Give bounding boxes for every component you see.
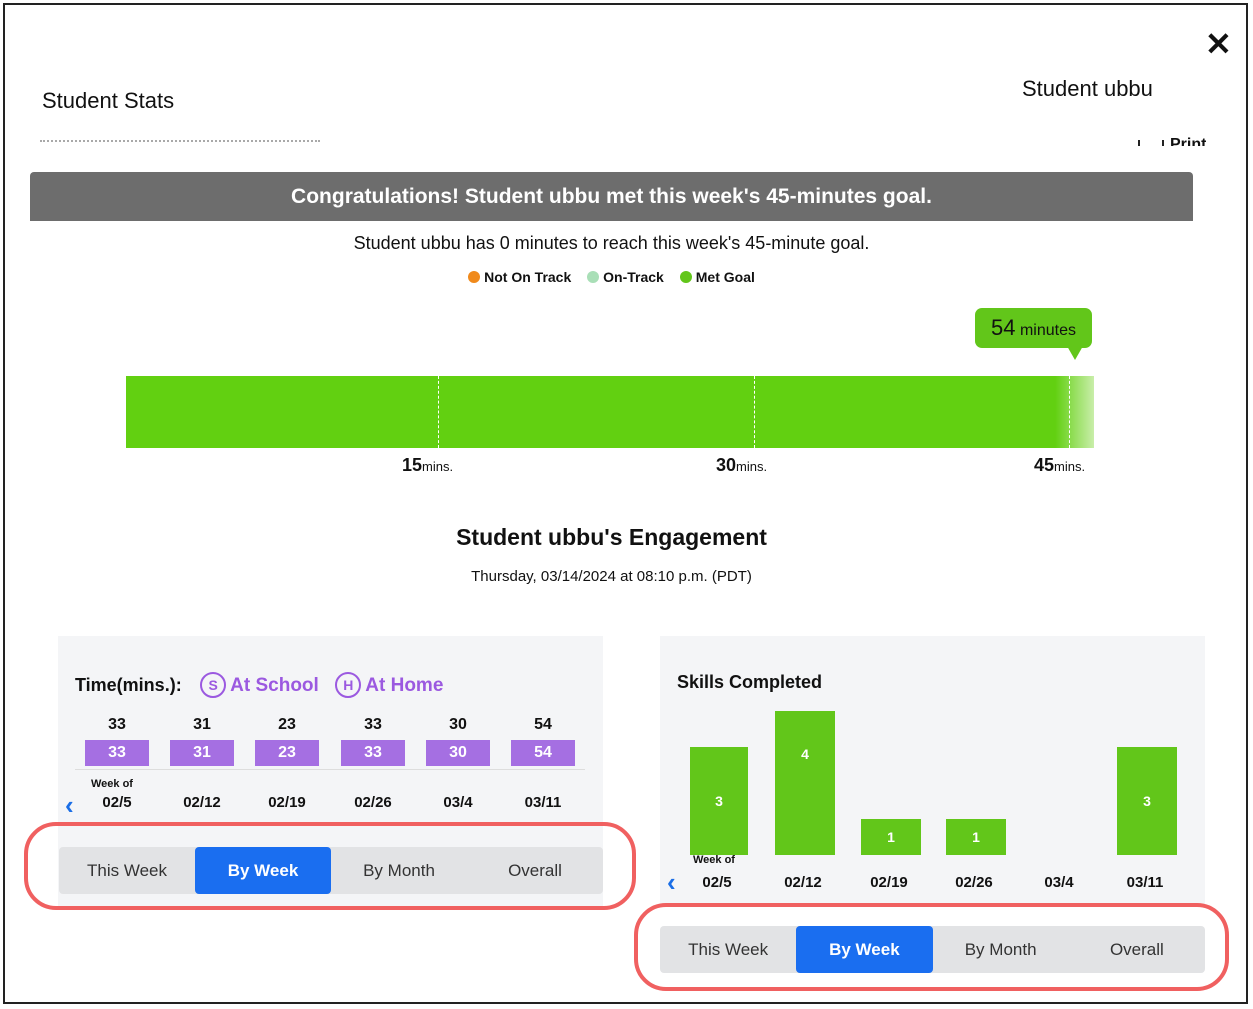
- callout-unit: minutes: [1019, 322, 1076, 339]
- chevron-left-icon[interactable]: ‹: [667, 867, 676, 898]
- tab-this-week[interactable]: This Week: [59, 847, 195, 894]
- print-button[interactable]: Print: [1138, 134, 1206, 146]
- week-of-label: Week of: [693, 854, 735, 866]
- skills-period-tabs: This Week By Week By Month Overall: [660, 926, 1205, 973]
- week-label: 03/4: [443, 794, 473, 811]
- truncated-text-line: [40, 140, 320, 148]
- school-minutes-bar: 33: [341, 740, 405, 766]
- school-minutes-bar: 23: [255, 740, 319, 766]
- skills-bar-value: 3: [1143, 793, 1151, 809]
- print-label: Print: [1170, 136, 1207, 146]
- time-column: 54 54: [511, 716, 575, 766]
- time-period-tabs: This Week By Week By Month Overall: [59, 847, 603, 894]
- light-green-dot-icon: [587, 271, 600, 283]
- school-minutes-bar: 30: [426, 740, 490, 766]
- tab-by-week[interactable]: By Week: [796, 926, 933, 973]
- orange-dot-icon: [468, 271, 481, 283]
- skills-bar-value: 1: [972, 829, 980, 845]
- callout-value: 54: [991, 315, 1016, 340]
- legend-not-on-track: Not On Track: [468, 269, 571, 285]
- time-panel-header: Time(mins.): S At School H At Home: [75, 672, 443, 698]
- engagement-title: Student ubbu's Engagement: [456, 524, 767, 550]
- skills-bar: 4: [775, 711, 835, 855]
- tab-by-week[interactable]: By Week: [195, 847, 331, 894]
- goal-subtitle: Student ubbu has 0 minutes to reach this…: [353, 233, 870, 253]
- student-name: Student ubbu: [1022, 76, 1153, 101]
- time-column: 30 30: [426, 716, 490, 766]
- chevron-left-icon[interactable]: ‹: [65, 790, 74, 821]
- tick-label-45: 45mins.: [1034, 455, 1086, 475]
- skills-panel: Skills Completed 3 4 1 1 3 Week of ‹ 02/5 02…: [660, 636, 1205, 906]
- week-label: 02/12: [784, 874, 822, 891]
- minutes-callout: 54 minutes: [975, 308, 1092, 360]
- skills-bar-value: 3: [715, 793, 723, 809]
- skills-bar: 3: [1117, 747, 1177, 855]
- legend-met-goal: Met Goal: [679, 269, 755, 285]
- time-column: 33 33: [341, 716, 405, 766]
- tab-by-month[interactable]: By Month: [331, 847, 467, 894]
- week-label: 02/19: [268, 794, 306, 811]
- at-school-legend: S At School: [200, 672, 319, 698]
- tick-label-30: 30mins.: [716, 455, 768, 475]
- tab-overall[interactable]: Overall: [467, 847, 603, 894]
- week-label: 02/5: [102, 794, 132, 811]
- skills-bar-value: 1: [887, 829, 895, 845]
- tab-by-month[interactable]: By Month: [933, 926, 1069, 973]
- time-label: Time(mins.):: [75, 675, 182, 695]
- at-home-legend: H At Home: [335, 672, 443, 698]
- week-label: 02/19: [870, 874, 908, 891]
- legend-on-track: On-Track: [587, 269, 664, 285]
- printer-icon: [1138, 140, 1164, 146]
- week-of-label: Week of: [91, 778, 133, 790]
- time-column: 33 33: [85, 716, 149, 766]
- tab-overall[interactable]: Overall: [1069, 926, 1205, 973]
- skills-title: Skills Completed: [677, 672, 823, 692]
- tab-this-week[interactable]: This Week: [660, 926, 796, 973]
- skills-bar: 3: [690, 747, 748, 855]
- goal-banner: Congratulations! Student ubbu met this w…: [30, 172, 1193, 221]
- green-dot-icon: [679, 271, 692, 283]
- home-circle-icon: H: [335, 672, 362, 698]
- tick-line-30: [754, 376, 755, 448]
- close-icon[interactable]: ✕: [1205, 28, 1232, 60]
- school-circle-icon: S: [200, 672, 227, 698]
- time-column: 31 31: [170, 716, 234, 766]
- tick-label-15: 15mins.: [402, 455, 454, 475]
- school-minutes-bar: 54: [511, 740, 575, 766]
- week-label: 02/26: [354, 794, 392, 811]
- school-minutes-bar: 33: [85, 740, 149, 766]
- modal-title: Student Stats: [42, 88, 175, 113]
- skills-bar: 1: [946, 819, 1006, 855]
- progress-bar: [126, 376, 1094, 448]
- skills-bar-value: 4: [801, 746, 809, 763]
- week-label: 02/12: [183, 794, 221, 811]
- time-divider: [75, 769, 585, 770]
- week-label: 03/11: [1126, 874, 1164, 891]
- week-label: 02/5: [702, 874, 732, 891]
- engagement-date: Thursday, 03/14/2024 at 08:10 p.m. (PDT): [471, 568, 752, 585]
- week-label: 03/4: [1044, 874, 1074, 891]
- tick-line-45: [1069, 376, 1070, 448]
- week-label: 02/26: [955, 874, 993, 891]
- week-label: 03/11: [524, 794, 562, 811]
- goal-legend: Not On Track On-Track Met Goal: [0, 269, 1223, 285]
- school-minutes-bar: 31: [170, 740, 234, 766]
- tick-line-15: [438, 376, 439, 448]
- skills-bar: 1: [861, 819, 921, 855]
- time-column: 23 23: [255, 716, 319, 766]
